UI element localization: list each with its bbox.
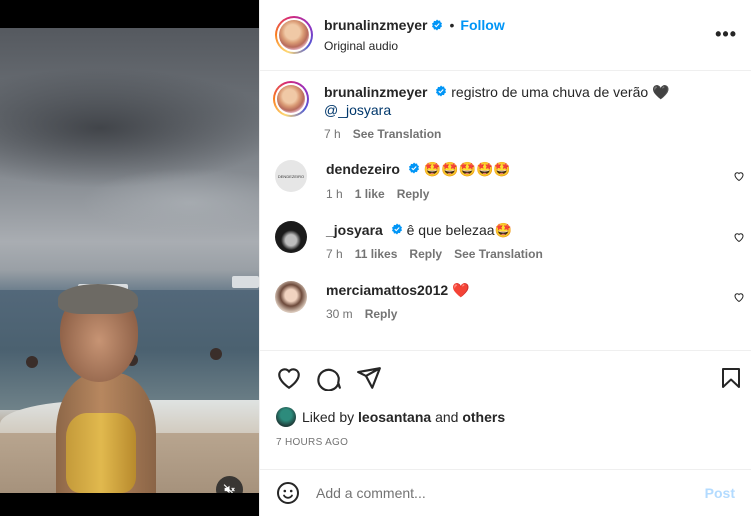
caption-author[interactable]: brunalinzmeyer [324,84,427,100]
comment-age[interactable]: 7 h [326,247,343,261]
author-username[interactable]: brunalinzmeyer [324,17,427,33]
caption-mention-link[interactable]: @_josyara [324,102,391,118]
comment-author[interactable]: merciamattos2012 [326,282,448,298]
like-comment-heart-icon[interactable] [733,291,745,303]
video-frame-person-hair [58,284,138,314]
like-comment-heart-icon[interactable] [733,231,745,243]
comment-age[interactable]: 30 m [326,307,353,321]
commenter-avatar[interactable] [275,281,307,313]
liked-by-user[interactable]: leosantana [358,409,431,425]
comments-section: brunalinzmeyer registro de uma chuva de … [260,71,751,350]
post-caption: brunalinzmeyer registro de uma chuva de … [273,81,751,141]
post-comment-button[interactable]: Post [705,485,735,501]
verified-badge-icon [436,85,447,97]
emoji-picker-icon[interactable] [276,481,300,505]
liked-by-and: and [435,409,459,425]
video-player[interactable] [0,28,259,493]
save-bookmark-icon[interactable] [719,365,743,391]
comment-author[interactable]: dendezeiro [326,161,400,177]
more-options-icon[interactable]: ••• [715,24,737,45]
liked-by: Liked by leosantana and others [276,407,735,427]
video-frame-boat [232,276,259,288]
caption-text: registro de uma chuva de verão 🖤 [451,84,670,100]
video-frame-swimmer [210,348,222,360]
like-comment-heart-icon[interactable] [733,170,745,182]
see-translation-button[interactable]: See Translation [454,247,543,261]
reply-button[interactable]: Reply [365,307,398,321]
post-header: brunalinzmeyer • Follow Original audio •… [260,0,751,71]
follow-button[interactable]: Follow [460,17,504,33]
video-frame-swimmer [26,356,38,368]
comment-text: ê que belezaa🤩 [406,222,513,238]
comment-likes[interactable]: 11 likes [355,247,398,261]
comment-item: DENDEZEIRO dendezeiro 🤩🤩🤩🤩🤩 1 h 1 like R… [275,160,751,201]
speaker-muted-icon [223,484,235,493]
verified-badge-icon [391,223,402,235]
share-send-icon[interactable] [356,365,382,391]
caption-age[interactable]: 7 h [324,127,341,141]
comment-text: 🤩🤩🤩🤩🤩 [423,162,511,178]
video-frame-clouds-light [80,168,259,238]
like-heart-icon[interactable] [276,365,302,391]
post-timestamp[interactable]: 7 HOURS AGO [276,437,735,448]
commenter-avatar[interactable]: DENDEZEIRO [275,160,307,192]
liked-by-prefix: Liked by [302,409,355,425]
comment-age[interactable]: 1 h [326,187,343,201]
author-avatar[interactable] [275,16,313,54]
video-frame-swimsuit [66,413,136,493]
verified-badge-icon [408,162,419,174]
liked-by-avatar[interactable] [276,407,296,427]
header-separator: • [449,17,455,33]
commenter-avatar[interactable] [275,221,307,253]
see-translation-button[interactable]: See Translation [353,127,442,141]
comment-bubble-icon[interactable] [316,365,342,391]
verified-badge-icon [432,19,443,31]
comment-text: ❤️ [452,282,470,298]
comment-likes[interactable]: 1 like [355,187,385,201]
comment-composer: Post [260,469,751,516]
audio-label[interactable]: Original audio [324,39,505,53]
commenter-avatar-logo: DENDEZEIRO [277,173,305,179]
add-comment-input[interactable] [316,485,705,501]
post-details-panel: brunalinzmeyer • Follow Original audio •… [259,0,751,516]
reply-button[interactable]: Reply [397,187,430,201]
comment-item: merciamattos2012 ❤️ 30 m Reply [275,281,751,321]
post-media[interactable] [0,0,259,516]
comment-item: _josyara ê que belezaa🤩 7 h 11 likes Rep… [275,221,751,261]
post-actions: Liked by leosantana and others 7 HOURS A… [260,350,751,450]
liked-by-others[interactable]: others [462,409,505,425]
reply-button[interactable]: Reply [409,247,442,261]
comment-author[interactable]: _josyara [326,222,383,238]
caption-author-avatar[interactable] [273,81,309,117]
